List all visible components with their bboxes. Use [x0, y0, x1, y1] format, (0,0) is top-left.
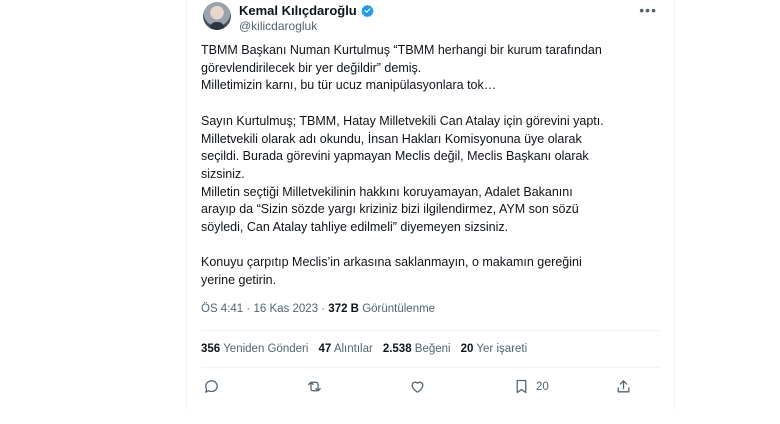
tweet-line: Milletvekili olarak adı okundu, İnsan Ha…	[201, 131, 582, 146]
tweet-line: Konuyu çarpıtıp Meclis’in arkasına sakla…	[201, 255, 582, 270]
bookmark-count: 20	[536, 380, 549, 393]
tweet-line: söyledi, Can Atalay tahliye edilmeli” di…	[201, 220, 509, 235]
meta-separator: ·	[246, 303, 251, 315]
tweet-card: Kemal Kılıçdaroğlu @kilicdarogluk ••• TB…	[186, 0, 675, 410]
bookmarks-label: Yer işareti	[476, 343, 528, 355]
tweet-header: Kemal Kılıçdaroğlu @kilicdarogluk •••	[201, 0, 661, 40]
quotes-stat[interactable]: 47 Alıntılar	[318, 343, 372, 355]
author-handle[interactable]: @kilicdarogluk	[239, 19, 317, 33]
tweet-time[interactable]: ÖS 4:41	[201, 303, 243, 315]
bookmark-icon	[516, 379, 527, 394]
tweet-date[interactable]: 16 Kas 2023	[253, 303, 318, 315]
tweet-line: yerine getirin.	[201, 273, 277, 288]
quotes-label: Alıntılar	[333, 343, 373, 355]
likes-count: 2.538	[382, 343, 412, 355]
share-button[interactable]	[615, 378, 632, 395]
tweet-line: görevlendirilecek bir yer değildir” demi…	[201, 60, 422, 75]
retweets-label: Yeniden Gönderi	[223, 343, 309, 355]
views-label: Görüntülenme	[362, 303, 436, 315]
retweet-icon	[308, 381, 321, 392]
tweet-line: Sayın Kurtulmuş; TBMM, Hatay Milletvekil…	[201, 113, 604, 128]
tweet-line: sizsiniz.	[201, 166, 245, 181]
tweet-stats: 356 Yeniden Gönderi 47 Alıntılar 2.538 B…	[201, 343, 527, 355]
avatar[interactable]	[203, 2, 231, 30]
likes-stat[interactable]: 2.538 Beğeni	[383, 343, 451, 355]
tweet-line: TBMM Başkanı Numan Kurtulmuş “TBMM herha…	[201, 43, 602, 57]
tweet-actions: 20	[201, 376, 631, 398]
tweet-line: arayıp da “Sizin sözde yargı kriziniz bi…	[201, 202, 579, 217]
author-name-row: Kemal Kılıçdaroğlu	[239, 3, 374, 18]
like-button[interactable]	[409, 378, 426, 395]
meta-separator: ·	[321, 303, 326, 315]
author-name[interactable]: Kemal Kılıçdaroğlu	[239, 3, 357, 18]
likes-label: Beğeni	[414, 343, 451, 355]
retweets-stat[interactable]: 356 Yeniden Gönderi	[201, 343, 308, 355]
tweet-text: TBMM Başkanı Numan Kurtulmuş “TBMM herha…	[201, 42, 651, 290]
verified-badge-icon	[360, 4, 374, 17]
share-icon	[617, 380, 630, 393]
tweet-meta: ÖS 4:41 · 16 Kas 2023 · 372 B Görüntülen…	[201, 303, 435, 315]
tweet-line: seçildi. Burada görevini yapmayan Meclis…	[201, 149, 589, 164]
retweet-button[interactable]	[306, 378, 323, 395]
reply-button[interactable]	[203, 378, 220, 395]
divider	[201, 367, 660, 368]
retweets-count: 356	[201, 343, 221, 355]
bookmarks-stat[interactable]: 20 Yer işareti	[461, 343, 528, 355]
tweet-line: Milletimizin karnı, bu tür ucuz manipüla…	[201, 78, 497, 93]
reply-icon	[205, 380, 218, 393]
divider	[201, 330, 660, 331]
heart-icon	[411, 381, 424, 393]
more-icon[interactable]: •••	[639, 2, 657, 18]
bookmark-button[interactable]: 20	[513, 378, 549, 395]
bookmarks-count: 20	[460, 343, 474, 355]
tweet-line: Milletin seçtiği Milletvekilinin hakkını…	[201, 184, 573, 199]
views-count: 372 B	[328, 303, 359, 315]
quotes-count: 47	[318, 343, 332, 355]
